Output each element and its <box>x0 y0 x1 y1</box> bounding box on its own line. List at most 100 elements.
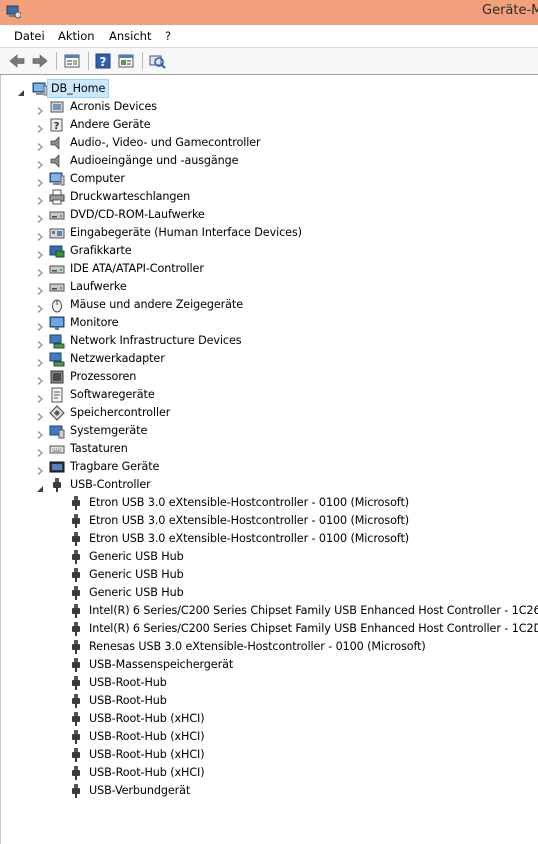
tree-device-label: Intel(R) 6 Series/C200 Series Chipset Fa… <box>89 604 538 617</box>
tree-category-label: Grafikkarte <box>70 244 132 257</box>
tree-category-label: USB-Controller <box>70 478 151 491</box>
tree-category-label: Systemgeräte <box>70 424 148 437</box>
mouse-icon <box>49 297 65 313</box>
tree-device-label: Etron USB 3.0 eXtensible-Hostcontroller … <box>89 496 410 509</box>
expand-arrow-icon[interactable] <box>36 193 44 205</box>
expand-arrow-icon[interactable] <box>36 283 44 295</box>
tree-category-label: Eingabegeräte (Human Interface Devices) <box>70 226 302 239</box>
usb-device-icon <box>68 729 84 745</box>
disk-drive-icon <box>49 279 65 295</box>
expand-arrow-icon[interactable] <box>36 121 44 133</box>
expand-arrow-icon[interactable] <box>36 103 44 115</box>
computer-icon <box>49 171 65 187</box>
collapse-arrow-icon[interactable] <box>36 481 44 492</box>
help-icon[interactable]: ? <box>95 52 111 70</box>
usb-device-icon <box>68 621 84 637</box>
properties-icon[interactable] <box>63 52 81 70</box>
tree-category-label: Speichercontroller <box>70 406 171 419</box>
expand-arrow-icon[interactable] <box>36 319 44 331</box>
menu-datei[interactable]: Datei <box>14 29 45 43</box>
device-manager-app-icon <box>6 5 21 19</box>
collapse-arrow-icon[interactable] <box>17 85 25 96</box>
expand-arrow-icon[interactable] <box>36 247 44 259</box>
ide-controller-icon <box>49 261 65 277</box>
usb-device-icon <box>68 531 84 547</box>
back-icon[interactable] <box>8 52 26 70</box>
tree-device-label: Generic USB Hub <box>89 586 184 599</box>
tree-root-label: DB_Home <box>47 79 110 98</box>
usb-device-icon <box>68 711 84 727</box>
expand-arrow-icon[interactable] <box>36 301 44 313</box>
tree-category-label: Network Infrastructure Devices <box>70 334 242 347</box>
usb-device-icon <box>68 783 84 799</box>
tree-category-label: Tragbare Geräte <box>70 460 160 473</box>
keyboard-icon <box>49 441 65 457</box>
tree-device-label: Generic USB Hub <box>89 550 184 563</box>
usb-device-icon <box>68 603 84 619</box>
expand-arrow-icon[interactable] <box>36 337 44 349</box>
tree-device-label: Etron USB 3.0 eXtensible-Hostcontroller … <box>89 532 410 545</box>
tree-category-label: Computer <box>70 172 125 185</box>
tree-device-label: Generic USB Hub <box>89 568 184 581</box>
menu-aktion[interactable]: Aktion <box>58 29 95 43</box>
network-adapter-icon <box>49 351 65 367</box>
computer-root-icon <box>32 81 48 97</box>
title-bar[interactable]: Geräte-M <box>0 0 538 26</box>
processor-icon <box>49 369 65 385</box>
expand-arrow-icon[interactable] <box>36 265 44 277</box>
expand-arrow-icon[interactable] <box>36 229 44 241</box>
menu-bar: Datei Aktion Ansicht ? <box>0 25 538 48</box>
tree-category-label: Tastaturen <box>70 442 128 455</box>
device-view-icon[interactable] <box>117 52 135 70</box>
usb-device-icon <box>68 657 84 673</box>
usb-device-icon <box>68 747 84 763</box>
tree-device-label: Intel(R) 6 Series/C200 Series Chipset Fa… <box>89 622 538 635</box>
svg-text:?: ? <box>54 121 60 132</box>
expand-arrow-icon[interactable] <box>36 355 44 367</box>
expand-arrow-icon[interactable] <box>36 445 44 457</box>
tree-device-label: Etron USB 3.0 eXtensible-Hostcontroller … <box>89 514 410 527</box>
tree-device-label: USB-Root-Hub (xHCI) <box>89 766 205 779</box>
expand-arrow-icon[interactable] <box>36 175 44 187</box>
tree-category-label: Mäuse und andere Zeigegeräte <box>70 298 243 311</box>
expand-arrow-icon[interactable] <box>36 139 44 151</box>
tree-device-label: USB-Verbundgerät <box>89 784 191 797</box>
usb-device-icon <box>68 495 84 511</box>
tree-category-label: Audioeingänge und -ausgänge <box>70 154 239 167</box>
expand-arrow-icon[interactable] <box>36 391 44 403</box>
tree-category-label: Netzwerkadapter <box>70 352 165 365</box>
tree-category-label: Softwaregeräte <box>70 388 155 401</box>
printer-icon <box>49 189 65 205</box>
menu-help[interactable]: ? <box>165 29 171 43</box>
expand-arrow-icon[interactable] <box>36 427 44 439</box>
expand-arrow-icon[interactable] <box>36 463 44 475</box>
tree-category-label: Acronis Devices <box>70 100 157 113</box>
tree-device-label: USB-Root-Hub <box>89 676 167 689</box>
tree-category-label: Monitore <box>70 316 119 329</box>
toolbar: ? <box>0 48 538 75</box>
scan-hardware-icon[interactable] <box>148 52 166 70</box>
forward-icon[interactable] <box>31 52 49 70</box>
tree-category-label: DVD/CD-ROM-Laufwerke <box>70 208 205 221</box>
system-device-icon <box>49 423 65 439</box>
tree-category-label: IDE ATA/ATAPI-Controller <box>70 262 204 275</box>
tree-category-label: Laufwerke <box>70 280 127 293</box>
expand-arrow-icon[interactable] <box>36 211 44 223</box>
tree-device-label: USB-Root-Hub <box>89 694 167 707</box>
device-tree[interactable]: DB_Home Acronis Devices? Andere Geräte Audi… <box>0 75 538 844</box>
expand-arrow-icon[interactable] <box>36 409 44 421</box>
tree-device-label: USB-Massenspeichergerät <box>89 658 234 671</box>
usb-device-icon <box>68 549 84 565</box>
expand-arrow-icon[interactable] <box>36 373 44 385</box>
unknown-device-icon: ? <box>49 117 65 133</box>
toolbar-separator <box>88 52 89 70</box>
dvd-drive-icon <box>49 207 65 223</box>
display-adapter-icon <box>49 243 65 259</box>
expand-arrow-icon[interactable] <box>36 157 44 169</box>
storage-controller-icon <box>49 405 65 421</box>
menu-ansicht[interactable]: Ansicht <box>109 29 151 43</box>
svg-text:?: ? <box>100 55 107 69</box>
monitor-icon <box>49 315 65 331</box>
tree-device-label: USB-Root-Hub (xHCI) <box>89 730 205 743</box>
usb-device-icon <box>68 567 84 583</box>
